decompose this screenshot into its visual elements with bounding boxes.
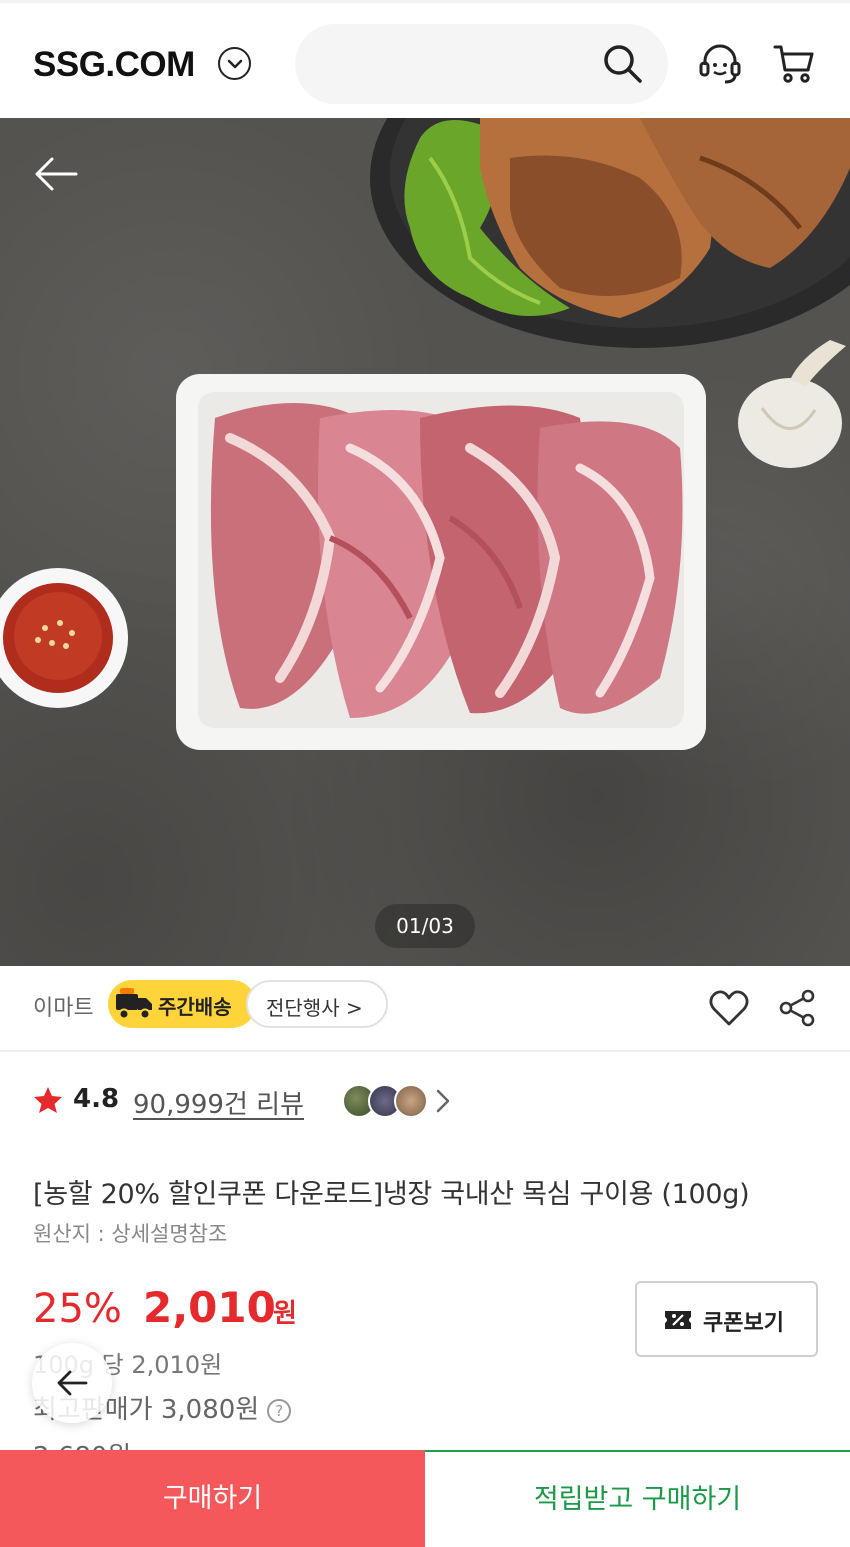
search-input[interactable]	[295, 24, 668, 104]
star-icon	[33, 1086, 63, 1118]
earn-and-buy-button[interactable]: 적립받고 구매하기	[425, 1450, 850, 1547]
review-count-link[interactable]: 90,999건 리뷰	[133, 1084, 304, 1121]
origin-info: 원산지 : 상세설명참조	[33, 1222, 228, 1246]
ssg-logo[interactable]: SSG.COM	[33, 45, 195, 85]
view-coupon-button[interactable]: 쿠폰보기	[635, 1281, 818, 1357]
weekly-delivery-badge[interactable]: 주간배송	[108, 980, 256, 1028]
avatar	[394, 1084, 428, 1118]
product-title: [농할 20% 할인쿠폰 다운로드]냉장 국내산 목심 구이용 (100g)	[33, 1179, 750, 1210]
cart-icon[interactable]	[772, 42, 816, 90]
product-image-carousel[interactable]: 01/03	[0, 118, 850, 966]
flyer-event-label: 전단행사 >	[266, 996, 363, 1020]
bottom-action-bar: 구매하기 적립받고 구매하기	[0, 1450, 850, 1547]
price-currency: 원	[273, 1299, 297, 1329]
back-arrow-icon[interactable]	[34, 156, 78, 196]
product-photo	[0, 118, 850, 750]
coupon-ticket-icon	[663, 1308, 693, 1336]
help-question-icon[interactable]: ?	[267, 1399, 292, 1423]
view-coupon-label: 쿠폰보기	[703, 1311, 784, 1336]
sale-price: 2,010	[143, 1283, 276, 1332]
floating-back-button[interactable]	[32, 1343, 112, 1423]
rating-row[interactable]: 4.8 90,999건 리뷰	[33, 1080, 453, 1124]
buy-button[interactable]: 구매하기	[0, 1450, 425, 1547]
weekly-delivery-label: 주간배송	[158, 995, 232, 1019]
logo-dropdown-chevron-icon[interactable]	[218, 47, 251, 80]
image-counter: 01/03	[375, 904, 475, 948]
top-header: SSG.COM	[0, 0, 850, 118]
flyer-event-button[interactable]: 전단행사 >	[246, 980, 388, 1028]
chevron-right-icon[interactable]	[435, 1088, 451, 1118]
seller-name[interactable]: 이마트	[33, 990, 94, 1022]
previous-price: 2,680원	[33, 1436, 131, 1450]
wishlist-heart-icon[interactable]	[708, 988, 750, 1032]
seller-row: 이마트 주간배송 전단행사 >	[0, 966, 850, 1052]
delivery-truck-icon	[112, 984, 156, 1028]
share-icon[interactable]	[778, 988, 818, 1032]
rating-value: 4.8	[73, 1084, 120, 1114]
reviewer-avatars	[342, 1084, 432, 1118]
search-icon[interactable]	[602, 43, 644, 89]
back-arrow-icon	[57, 1370, 88, 1396]
customer-service-headset-icon[interactable]	[697, 41, 743, 91]
discount-rate: 25%	[33, 1286, 122, 1332]
